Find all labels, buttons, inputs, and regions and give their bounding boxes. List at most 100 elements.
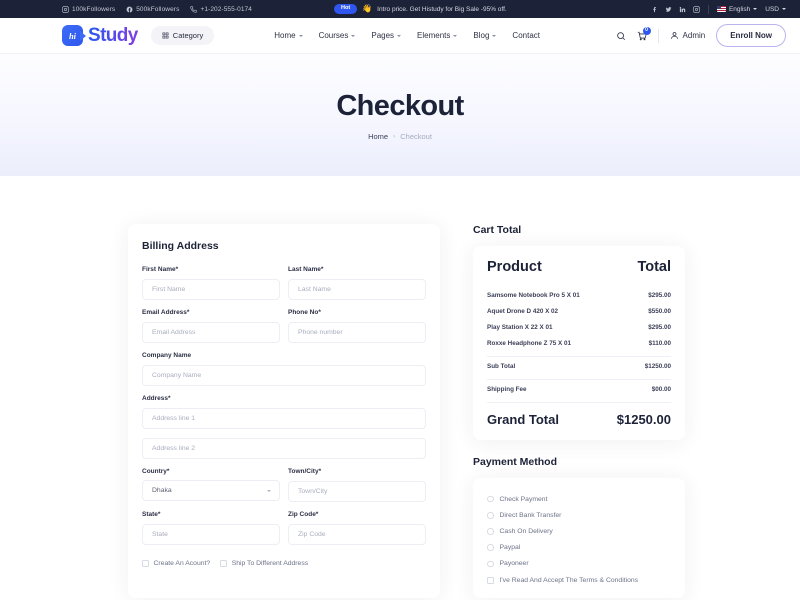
enroll-now-button[interactable]: Enroll Now (716, 24, 786, 47)
ship-different-checkbox[interactable] (220, 560, 227, 567)
page-hero: Checkout Home › Checkout (0, 54, 800, 176)
breadcrumb: Home › Checkout (368, 132, 432, 141)
state-input[interactable] (142, 524, 280, 545)
phone-icon (190, 6, 197, 13)
phone-label: Phone No* (288, 309, 426, 316)
create-account-checkbox[interactable] (142, 560, 149, 567)
cart-item-row: Aquet Drone D 420 X 02 $550.00 (487, 303, 671, 319)
country-group: Country* Dhaka (142, 468, 280, 502)
terms-checkbox-row[interactable]: I've Read And Accept The Terms & Conditi… (487, 572, 671, 584)
nav-item-home[interactable]: Home (274, 31, 302, 40)
state-group: State* (142, 511, 280, 545)
admin-account-button[interactable]: Admin (670, 31, 706, 40)
cart-item-name: Aquet Drone D 420 X 02 (487, 308, 558, 315)
topbar-phone[interactable]: +1-202-555-0174 (190, 6, 252, 13)
topbar-instagram-label: 100kFollowers (72, 6, 115, 13)
cart-item-total: $110.00 (649, 340, 671, 347)
cart-item-row: Play Station X 22 X 01 $295.00 (487, 319, 671, 335)
payment-option-cash-on-delivery[interactable]: Cash On Delivery (487, 523, 671, 539)
facebook-icon[interactable] (651, 6, 658, 13)
last-name-input[interactable] (288, 279, 426, 300)
billing-address-card: Billing Address First Name* Last Name* E… (128, 224, 440, 598)
cart-divider (487, 402, 671, 403)
cart-total-card: Product Total Samsome Notebook Pro 5 X 0… (473, 246, 685, 440)
language-selector[interactable]: English (717, 6, 757, 13)
page-title: Checkout (336, 90, 463, 123)
company-input[interactable] (142, 365, 426, 386)
billing-checkbox-row: Create An Acount? Ship To Different Addr… (142, 560, 426, 567)
chevron-down-icon (351, 35, 355, 37)
ship-different-checkbox-row[interactable]: Ship To Different Address (220, 560, 308, 567)
last-name-group: Last Name* (288, 266, 426, 300)
cart-count-badge: 0 (643, 27, 651, 35)
logo[interactable]: hi Study (62, 25, 138, 47)
address-line1-input[interactable] (142, 408, 426, 429)
state-zip-row: State* Zip Code* (142, 511, 426, 554)
twitter-icon[interactable] (665, 6, 672, 13)
announcement-topbar: 100kFollowers 500kFollowers +1-202-555-0… (0, 0, 800, 18)
nav-label-pages: Pages (371, 31, 394, 40)
breadcrumb-home[interactable]: Home (368, 132, 388, 141)
payment-option-payoneer[interactable]: Payoneer (487, 556, 671, 572)
payment-option-label: Check Payment (500, 496, 548, 503)
breadcrumb-separator-icon: › (393, 133, 395, 140)
radio-icon[interactable] (487, 496, 494, 503)
payment-option-direct-bank-transfer[interactable]: Direct Bank Transfer (487, 507, 671, 523)
name-row: First Name* Last Name* (142, 266, 426, 309)
terms-checkbox[interactable] (487, 577, 494, 584)
address-line2-input[interactable] (142, 438, 426, 459)
currency-selector[interactable]: USD (765, 6, 786, 13)
instagram-icon[interactable] (693, 6, 700, 13)
cart-shipping-value: $00.00 (652, 386, 671, 393)
us-flag-icon (717, 6, 726, 12)
nav-item-courses[interactable]: Courses (319, 31, 356, 40)
zip-input[interactable] (288, 524, 426, 545)
cart-item-total: $295.00 (648, 292, 671, 299)
checkout-main: Billing Address First Name* Last Name* E… (0, 176, 800, 598)
nav-label-home: Home (274, 31, 295, 40)
payment-method-card: Check Payment Direct Bank Transfer Cash … (473, 478, 685, 598)
nav-item-pages[interactable]: Pages (371, 31, 401, 40)
grand-total-value: $1250.00 (617, 412, 671, 427)
site-header: hi Study Category Home Courses Pages Ele… (0, 18, 800, 54)
nav-item-elements[interactable]: Elements (417, 31, 457, 40)
town-input[interactable] (288, 481, 426, 502)
email-input[interactable] (142, 322, 280, 343)
payment-option-label: Cash On Delivery (500, 528, 553, 535)
first-name-label: First Name* (142, 266, 280, 273)
phone-input[interactable] (288, 322, 426, 343)
topbar-right-group: English USD (651, 5, 786, 14)
cart-button[interactable]: 0 (637, 31, 647, 41)
radio-icon[interactable] (487, 528, 494, 535)
nav-item-contact[interactable]: Contact (512, 31, 540, 40)
cart-table-header: Product Total (487, 259, 671, 275)
radio-icon[interactable] (487, 544, 494, 551)
nav-item-blog[interactable]: Blog (473, 31, 496, 40)
logo-play-icon: hi (62, 25, 83, 46)
payment-option-paypal[interactable]: Paypal (487, 540, 671, 556)
search-icon[interactable] (616, 31, 626, 41)
nav-label-elements: Elements (417, 31, 450, 40)
topbar-social-links (651, 6, 700, 13)
first-name-input[interactable] (142, 279, 280, 300)
linkedin-icon[interactable] (679, 6, 686, 13)
cart-item-name: Roxxe Headphone Z 75 X 01 (487, 340, 571, 347)
radio-icon[interactable] (487, 561, 494, 568)
topbar-phone-label: +1-202-555-0174 (200, 6, 252, 13)
company-label: Company Name (142, 352, 426, 359)
logo-text: Study (88, 25, 138, 47)
radio-icon[interactable] (487, 512, 494, 519)
nav-label-courses: Courses (319, 31, 349, 40)
country-select[interactable]: Dhaka (142, 480, 280, 501)
email-group: Email Address* (142, 309, 280, 343)
topbar-facebook-followers[interactable]: 500kFollowers (126, 6, 179, 13)
cart-divider (487, 379, 671, 380)
cart-grand-total-row: Grand Total $1250.00 (487, 404, 671, 427)
create-account-checkbox-row[interactable]: Create An Acount? (142, 560, 210, 567)
payment-option-check-payment[interactable]: Check Payment (487, 491, 671, 507)
cart-item-name: Samsome Notebook Pro 5 X 01 (487, 292, 580, 299)
cart-col-total: Total (637, 259, 671, 275)
category-button[interactable]: Category (151, 26, 214, 45)
topbar-instagram-followers[interactable]: 100kFollowers (62, 6, 115, 13)
cart-item-row: Samsome Notebook Pro 5 X 01 $295.00 (487, 287, 671, 303)
